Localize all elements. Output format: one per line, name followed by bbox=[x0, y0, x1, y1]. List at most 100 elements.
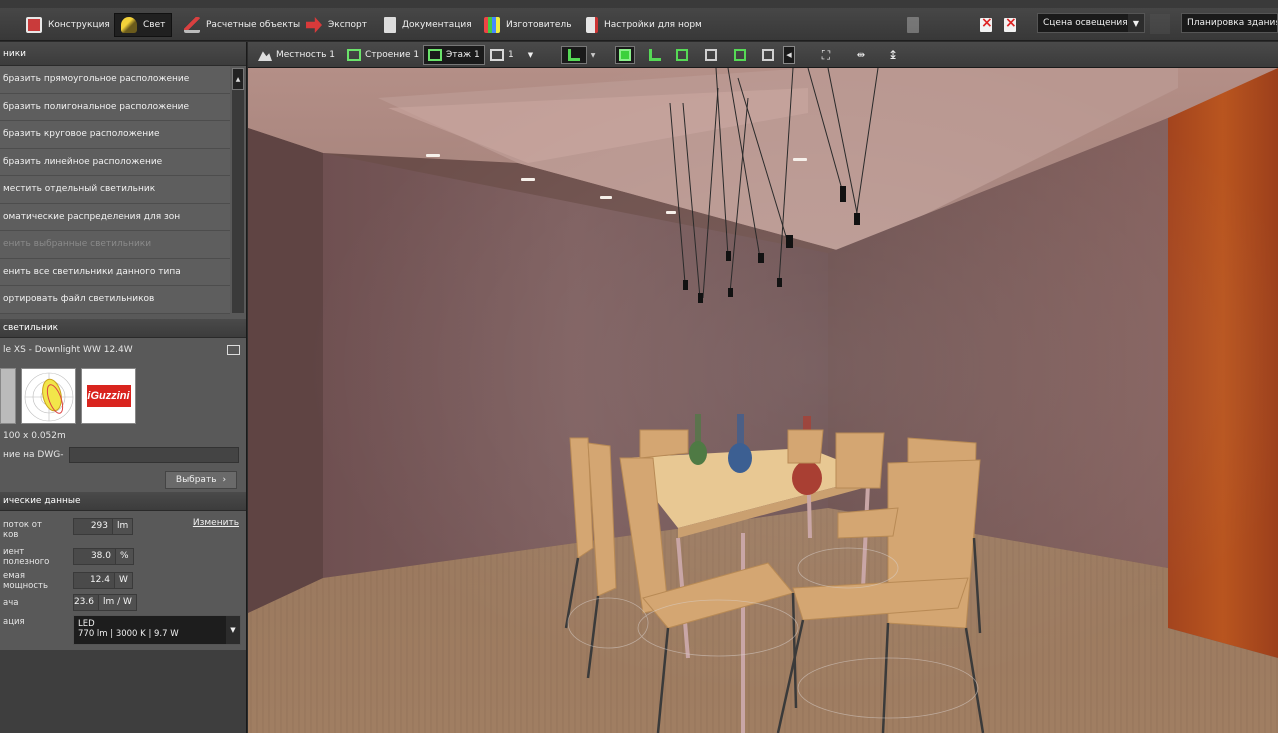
menu-export[interactable]: Экспорт bbox=[300, 13, 373, 37]
scene-settings-button[interactable] bbox=[1150, 14, 1170, 34]
action-replace-all-of-type[interactable]: енить все светильники данного типа bbox=[0, 258, 230, 286]
floor-button[interactable]: Этаж 1 bbox=[423, 45, 485, 65]
scroll-up-icon[interactable]: ▲ bbox=[232, 68, 244, 90]
lamp-select[interactable]: LED 770 lm | 3000 K | 9.7 W ▼ bbox=[73, 614, 241, 645]
scene-select[interactable]: Сцена освещения 1 ▼ bbox=[1037, 13, 1145, 33]
back-view-icon bbox=[734, 49, 746, 61]
action-import-luminaire-file[interactable]: ортировать файл светильников bbox=[0, 286, 230, 314]
flux-field[interactable]: 293 lm bbox=[73, 517, 134, 535]
menu-light-label: Свет bbox=[143, 20, 166, 30]
main-toolbar: Конструкция Свет Расчетные объекты Экспо… bbox=[0, 8, 1278, 41]
choose-row: Выбрать › bbox=[0, 466, 246, 492]
view-front-button[interactable] bbox=[672, 46, 692, 64]
delete-button[interactable] bbox=[977, 15, 995, 34]
delete-icon bbox=[980, 15, 993, 32]
menu-documentation[interactable]: Документация bbox=[378, 13, 478, 37]
efficiency-value: 38.0 bbox=[74, 548, 115, 564]
power-field[interactable]: 12.4 W bbox=[73, 571, 133, 589]
tech-row-efficacy: ача 23.6 lm / W bbox=[0, 593, 246, 613]
solid-view-icon bbox=[619, 49, 631, 61]
menu-construction[interactable]: Конструкция bbox=[20, 13, 116, 37]
dwg-row: ние на DWG- bbox=[0, 444, 246, 466]
action-label: ортировать файл светильников bbox=[3, 294, 155, 305]
action-linear-arrangement[interactable]: бразить линейное расположение bbox=[0, 148, 230, 176]
menu-documentation-label: Документация bbox=[402, 20, 472, 30]
power-label: емая мощность bbox=[3, 570, 49, 591]
action-label: местить отдельный светильник bbox=[3, 184, 156, 195]
action-rect-arrangement[interactable]: бразить прямоугольное расположение bbox=[0, 66, 230, 94]
flux-value: 293 bbox=[74, 518, 112, 534]
lighting-design-app: Конструкция Свет Расчетные объекты Экспо… bbox=[0, 0, 1278, 733]
dwg-field[interactable] bbox=[69, 446, 239, 463]
building-button[interactable]: Строение 1 bbox=[343, 45, 423, 65]
luminaire-section-title: светильник bbox=[3, 322, 59, 333]
view-floorplan-button[interactable] bbox=[645, 46, 665, 64]
menu-construction-label: Конструкция bbox=[48, 20, 110, 30]
view-toolbar: Местность 1 Строение 1 Этаж 1 1 ▼ ▼ ◀ ⛶ … bbox=[248, 42, 1278, 68]
luminaire-section: le XS - Downlight WW 12.4W iGuzzini 100 … bbox=[0, 338, 246, 492]
chevron-down-icon: ▼ bbox=[1128, 14, 1144, 32]
menu-calc-objects-label: Расчетные объекты bbox=[206, 20, 301, 30]
efficiency-unit: % bbox=[115, 548, 133, 564]
terrain-button[interactable]: Местность 1 bbox=[254, 45, 339, 65]
delete-all-button[interactable] bbox=[1001, 15, 1019, 34]
menu-calc-objects[interactable]: Расчетные объекты bbox=[178, 13, 306, 37]
norm-settings-icon bbox=[586, 17, 598, 33]
height-button[interactable]: ↨ bbox=[883, 46, 903, 64]
building-label: Строение 1 bbox=[365, 50, 420, 60]
room-select[interactable]: 1 ▼ bbox=[486, 45, 537, 65]
view-solid-button[interactable] bbox=[615, 46, 635, 64]
action-polygon-arrangement[interactable]: бразить полигональное расположение bbox=[0, 93, 230, 121]
light-icon bbox=[121, 17, 137, 33]
efficiency-field[interactable]: 38.0 % bbox=[73, 547, 134, 565]
luminaires-panel-title: ники bbox=[3, 48, 27, 59]
chevron-right-icon: › bbox=[222, 474, 227, 485]
view-top-button[interactable] bbox=[758, 46, 778, 64]
building-icon bbox=[347, 49, 361, 61]
zoom-fit-icon: ⛶ bbox=[821, 47, 831, 62]
view-mode-icon bbox=[568, 49, 580, 61]
tech-row-power: емая мощность 12.4 W bbox=[0, 569, 246, 593]
collapse-toolbar-button[interactable]: ◀ bbox=[783, 46, 795, 64]
action-label: бразить полигональное расположение bbox=[3, 101, 190, 112]
action-replace-selected: енить выбранные светильники bbox=[0, 231, 230, 259]
action-auto-zone-distribution[interactable]: оматические распределения для зон bbox=[0, 203, 230, 231]
left-panel: ники бразить прямоугольное расположение … bbox=[0, 42, 247, 733]
flux-label: поток от ков bbox=[3, 519, 42, 540]
room-label: 1 bbox=[508, 50, 514, 60]
action-place-single-luminaire[interactable]: местить отдельный светильник bbox=[0, 176, 230, 204]
action-circular-arrangement[interactable]: бразить круговое расположение bbox=[0, 121, 230, 149]
menu-light[interactable]: Свет bbox=[114, 13, 173, 37]
3d-viewport[interactable] bbox=[248, 68, 1278, 733]
menu-norm-settings-label: Настройки для норм bbox=[604, 20, 702, 30]
calc-objects-icon bbox=[184, 17, 200, 33]
chevron-down-icon: ▼ bbox=[527, 51, 534, 59]
construction-icon bbox=[26, 17, 42, 33]
menu-manufacturer[interactable]: Изготовитель bbox=[478, 13, 578, 37]
catalog-icon[interactable] bbox=[227, 344, 240, 355]
disabled-tool-button[interactable] bbox=[904, 16, 922, 34]
view-mode-button[interactable] bbox=[561, 46, 587, 64]
terrain-icon bbox=[258, 51, 272, 61]
menu-norm-settings[interactable]: Настройки для норм bbox=[580, 13, 708, 37]
efficacy-label: ача bbox=[3, 597, 19, 608]
view-back-button[interactable] bbox=[730, 46, 750, 64]
luminaires-panel-header: ники bbox=[0, 42, 246, 66]
tech-section-title: ические данные bbox=[3, 495, 81, 506]
plan-select[interactable]: Планировка здания и bbox=[1181, 13, 1278, 33]
luminaire-section-header: светильник bbox=[0, 318, 246, 338]
tech-section-header: ические данные bbox=[0, 491, 246, 511]
view-mode-dropdown[interactable]: ▼ bbox=[588, 46, 598, 64]
measure-button[interactable]: ⇹ bbox=[851, 46, 871, 64]
efficacy-field[interactable]: 23.6 lm / W bbox=[73, 593, 137, 611]
change-link[interactable]: Изменить bbox=[193, 518, 239, 528]
lamp-label: ация bbox=[3, 616, 25, 627]
chevron-down-icon: ▼ bbox=[226, 615, 240, 644]
light-distribution-diagram bbox=[21, 367, 76, 424]
zoom-fit-button[interactable]: ⛶ bbox=[816, 46, 836, 64]
view-side-button[interactable] bbox=[701, 46, 721, 64]
efficiency-label: иент полезного bbox=[3, 546, 50, 567]
choose-button[interactable]: Выбрать › bbox=[165, 470, 237, 489]
floor-icon bbox=[428, 49, 442, 61]
actions-scrollbar[interactable]: ▲ bbox=[232, 68, 244, 313]
